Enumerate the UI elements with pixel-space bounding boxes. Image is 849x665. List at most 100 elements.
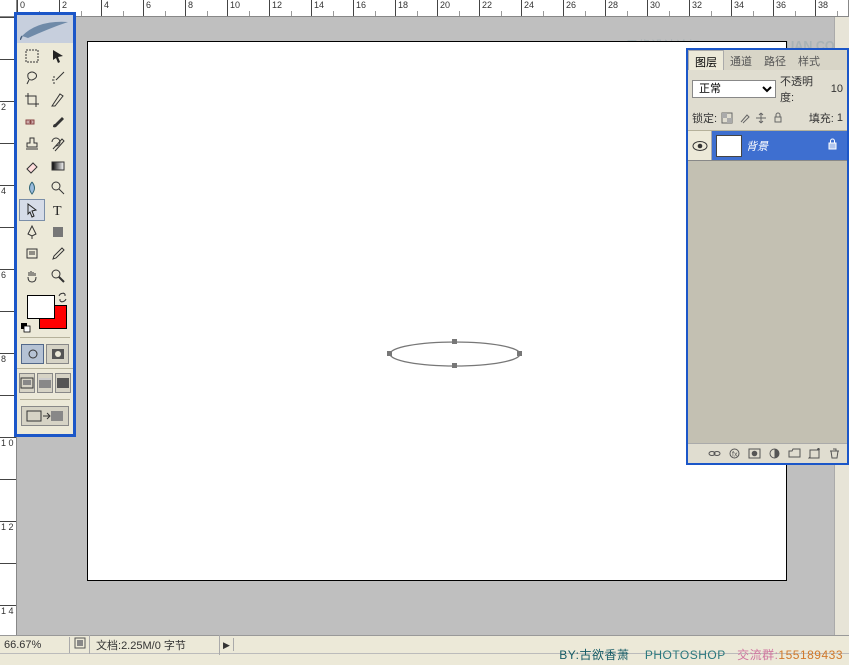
zoom-tool[interactable] xyxy=(45,265,71,287)
jump-row xyxy=(17,402,73,430)
layer-row[interactable]: 背景 xyxy=(688,131,847,161)
doc-value: 2.25M/0 字节 xyxy=(121,640,186,652)
default-colors-icon[interactable] xyxy=(21,323,31,333)
status-menu-arrow[interactable]: ▶ xyxy=(220,638,234,651)
standard-mode-button[interactable] xyxy=(21,344,44,364)
opacity-value[interactable]: 10 xyxy=(831,83,843,95)
doc-label: 文档: xyxy=(96,640,121,652)
pen-tool[interactable] xyxy=(19,221,45,243)
credit-group-no: 155189433 xyxy=(778,648,843,662)
tab-paths[interactable]: 路径 xyxy=(758,50,792,70)
gradient-tool[interactable] xyxy=(45,155,71,177)
layer-name-label[interactable]: 背景 xyxy=(746,138,827,154)
ruler-tick: 12 xyxy=(269,0,311,16)
ruler-tick: 32 xyxy=(689,0,731,16)
slice-tool[interactable] xyxy=(45,89,71,111)
move-tool[interactable] xyxy=(45,45,71,67)
blur-tool[interactable] xyxy=(19,177,45,199)
history-brush-tool[interactable] xyxy=(45,133,71,155)
eyedropper-tool[interactable] xyxy=(45,243,71,265)
new-layer-icon[interactable] xyxy=(807,447,821,461)
foreground-color-swatch[interactable] xyxy=(27,295,55,319)
ruler-tick: 1 0 xyxy=(0,437,16,479)
healing-brush-tool[interactable] xyxy=(19,111,45,133)
jump-to-imageready-button[interactable] xyxy=(21,406,69,426)
ruler-tick: 18 xyxy=(395,0,437,16)
shape-tool[interactable] xyxy=(45,221,71,243)
layer-style-icon[interactable]: fx xyxy=(727,447,741,461)
ruler-tick: 38 xyxy=(815,0,849,16)
lock-all-icon[interactable] xyxy=(771,111,785,125)
svg-text:T: T xyxy=(53,204,62,218)
hand-tool[interactable] xyxy=(19,265,45,287)
adjustment-layer-icon[interactable] xyxy=(767,447,781,461)
path-select-tool[interactable] xyxy=(19,199,45,221)
screen-standard-button[interactable] xyxy=(19,373,35,393)
status-info-icon[interactable] xyxy=(70,635,90,654)
eraser-tool[interactable] xyxy=(19,155,45,177)
ruler-tick: 8 xyxy=(185,0,227,16)
quickmask-mode-button[interactable] xyxy=(46,344,69,364)
panel-controls-row1: 正常 不透明度: 10 xyxy=(688,70,847,108)
blend-mode-select[interactable]: 正常 xyxy=(692,80,776,98)
ruler-tick: 6 xyxy=(143,0,185,16)
crop-tool[interactable] xyxy=(19,89,45,111)
screen-mode-row xyxy=(17,368,73,397)
ruler-tick: 20 xyxy=(437,0,479,16)
ruler-tick: 28 xyxy=(605,0,647,16)
ruler-tick: 14 xyxy=(311,0,353,16)
image-info-icon xyxy=(74,637,86,649)
ruler-tick: 1 4 xyxy=(0,605,16,635)
ruler-tick: 16 xyxy=(353,0,395,16)
ruler-horizontal: 02468101214161820222426283032343638 xyxy=(17,0,849,17)
document-size[interactable]: 文档:2.25M/0 字节 xyxy=(90,635,220,655)
ruler-tick: 36 xyxy=(773,0,815,16)
lock-label: 锁定: xyxy=(692,110,717,126)
swap-colors-icon[interactable] xyxy=(57,292,68,303)
dodge-tool[interactable] xyxy=(45,177,71,199)
status-bar: 66.67% 文档:2.25M/0 字节 ▶ BY:古欲香萧 PHOTOSHOP… xyxy=(0,635,849,665)
brush-tool[interactable] xyxy=(45,111,71,133)
lock-transparent-icon[interactable] xyxy=(720,111,734,125)
type-tool[interactable]: T xyxy=(45,199,71,221)
credit-group-label: 交流群: xyxy=(737,648,778,662)
ruler-tick: 1 2 xyxy=(0,521,16,563)
lasso-tool[interactable] xyxy=(19,67,45,89)
tool-grid: T xyxy=(17,43,73,289)
lock-paint-icon[interactable] xyxy=(737,111,751,125)
screen-full-menubar-button[interactable] xyxy=(37,373,53,393)
layer-thumbnail[interactable] xyxy=(716,135,742,157)
panel-tabs: 图层 通道 路径 样式 xyxy=(688,50,847,70)
link-layers-icon[interactable] xyxy=(707,447,721,461)
credit-line: BY:古欲香萧 PHOTOSHOP 交流群:155189433 xyxy=(559,646,843,663)
ellipse-path[interactable] xyxy=(388,340,522,368)
layers-panel: 图层 通道 路径 样式 正常 不透明度: 10 锁定: 填充: 1 背景 xyxy=(686,48,849,465)
layer-list: 背景 xyxy=(688,131,847,443)
panel-footer: fx xyxy=(688,443,847,463)
wand-tool[interactable] xyxy=(45,67,71,89)
ruler-tick: 22 xyxy=(479,0,521,16)
notes-tool[interactable] xyxy=(19,243,45,265)
credit-by-label: BY: xyxy=(559,648,579,662)
ruler-tick: 30 xyxy=(647,0,689,16)
delete-layer-icon[interactable] xyxy=(827,447,841,461)
lock-position-icon[interactable] xyxy=(754,111,768,125)
canvas[interactable] xyxy=(87,41,787,581)
eye-icon xyxy=(692,140,708,152)
marquee-tool[interactable] xyxy=(19,45,45,67)
screen-full-button[interactable] xyxy=(55,373,71,393)
color-swatches xyxy=(17,289,73,335)
lock-icon xyxy=(827,138,841,153)
tab-channels[interactable]: 通道 xyxy=(724,50,758,70)
tab-styles[interactable]: 样式 xyxy=(792,50,826,70)
layer-visibility-toggle[interactable] xyxy=(688,131,712,160)
fill-value[interactable]: 1 xyxy=(837,112,843,124)
ruler-tick xyxy=(0,479,16,521)
stamp-tool[interactable] xyxy=(19,133,45,155)
layer-mask-icon[interactable] xyxy=(747,447,761,461)
tab-layers[interactable]: 图层 xyxy=(688,50,724,70)
group-layers-icon[interactable] xyxy=(787,447,801,461)
credit-product: PHOTOSHOP xyxy=(645,648,726,662)
panel-lock-row: 锁定: 填充: 1 xyxy=(688,108,847,131)
zoom-level[interactable]: 66.67% xyxy=(0,637,70,653)
